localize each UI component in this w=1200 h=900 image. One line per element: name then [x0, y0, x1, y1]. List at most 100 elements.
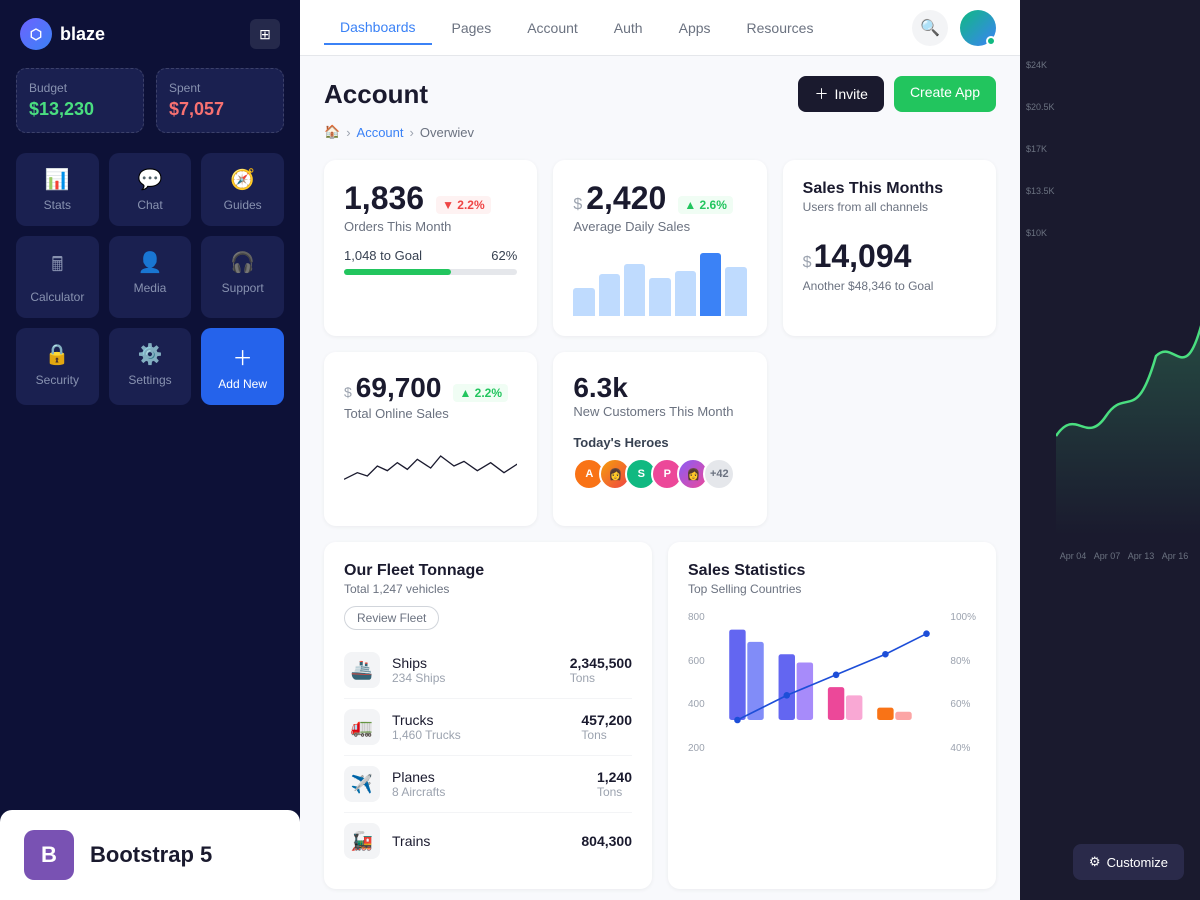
fleet-item-trains-left: 🚂 Trains: [344, 823, 430, 859]
sidebar-item-guides[interactable]: 🧭 Guides: [201, 153, 284, 226]
orders-progress-bar: [344, 269, 517, 275]
header-actions: ＋ Invite Create App: [798, 76, 996, 112]
right-panel-content: $24K $20.5K $17K $13.5K $10K Apr 04 Apr …: [1020, 0, 1200, 577]
customize-icon: ⚙: [1089, 854, 1101, 870]
fleet-title: Our Fleet Tonnage: [344, 562, 632, 580]
sidebar-item-support[interactable]: 🎧 Support: [201, 236, 284, 318]
trucks-value-area: 457,200 Tons: [581, 712, 632, 742]
invite-button[interactable]: ＋ Invite: [798, 76, 883, 112]
sidebar-item-stats[interactable]: 📊 Stats: [16, 153, 99, 226]
fleet-item-trains: 🚂 Trains 804,300: [344, 813, 632, 869]
bar-7: [725, 267, 746, 316]
bar-3: [624, 264, 645, 317]
nav-apps[interactable]: Apps: [663, 12, 727, 44]
y-label-200: 200: [688, 743, 705, 754]
orders-badge: ▼ 2.2%: [436, 196, 491, 214]
invite-plus-icon: ＋: [814, 84, 828, 104]
ships-sub: 234 Ships: [392, 671, 445, 685]
trucks-info: Trucks 1,460 Trucks: [392, 712, 461, 742]
fleet-item-trucks-left: 🚛 Trucks 1,460 Trucks: [344, 709, 461, 745]
page-header: Account ＋ Invite Create App: [324, 76, 996, 112]
sales-month-currency: $: [803, 254, 812, 272]
security-icon: 🔒: [45, 342, 70, 367]
pct-100: 100%: [950, 612, 976, 623]
customize-button[interactable]: ⚙ Customize: [1073, 844, 1184, 880]
nav-dashboards[interactable]: Dashboards: [324, 11, 432, 45]
budget-label: Budget: [29, 81, 131, 95]
y-axis-labels: 800 600 400 200: [688, 608, 705, 758]
fleet-item-planes-left: ✈️ Planes 8 Aircrafts: [344, 766, 445, 802]
app-name: blaze: [60, 24, 105, 45]
breadcrumb-home[interactable]: 🏠: [324, 124, 340, 140]
support-label: Support: [222, 281, 264, 295]
guides-label: Guides: [224, 198, 262, 212]
bootstrap-label: Bootstrap 5: [90, 842, 212, 868]
ships-icon: 🚢: [344, 652, 380, 688]
sidebar-item-calculator[interactable]: 🖩 Calculator: [16, 236, 99, 318]
add-new-label: Add New: [218, 377, 267, 391]
breadcrumb-section[interactable]: Account: [357, 125, 404, 140]
trains-icon: 🚂: [344, 823, 380, 859]
trucks-icon: 🚛: [344, 709, 380, 745]
trains-value-area: 804,300: [581, 833, 632, 849]
sidebar-item-media[interactable]: 👤 Media: [109, 236, 192, 318]
trains-value: 804,300: [581, 833, 632, 849]
breadcrumb-sep1: ›: [346, 125, 350, 140]
online-sales-badge: ▲ 2.2%: [453, 384, 508, 402]
planes-name: Planes: [392, 769, 445, 785]
spent-card: Spent $7,057: [156, 68, 284, 133]
chat-icon: 💬: [138, 167, 163, 192]
nav-account[interactable]: Account: [511, 12, 594, 44]
y-label-800: 800: [688, 612, 705, 623]
sales-stats-card: Sales Statistics Top Selling Countries 8…: [668, 542, 996, 889]
right-chart-y-labels: $24K $20.5K $17K $13.5K $10K: [1026, 60, 1055, 238]
fleet-card: Our Fleet Tonnage Total 1,247 vehicles R…: [324, 542, 652, 889]
bar-4: [649, 278, 670, 317]
ships-unit: Tons: [570, 671, 632, 685]
orders-value: 1,836: [344, 180, 424, 217]
trucks-unit: Tons: [581, 728, 632, 742]
create-app-button[interactable]: Create App: [894, 76, 996, 112]
sidebar-item-add-new[interactable]: ＋ Add New: [201, 328, 284, 405]
ships-name: Ships: [392, 655, 445, 671]
budget-value: $13,230: [29, 99, 131, 120]
green-line-chart: [1056, 156, 1200, 556]
wavy-chart-svg: [344, 431, 517, 501]
review-fleet-button[interactable]: Review Fleet: [344, 606, 439, 630]
nav-auth[interactable]: Auth: [598, 12, 659, 44]
daily-sales-currency: $: [573, 196, 582, 214]
heroes-label: Today's Heroes: [573, 435, 746, 450]
planes-unit: Tons: [597, 785, 632, 799]
ships-value: 2,345,500: [570, 655, 632, 671]
bar-1: [573, 288, 594, 316]
bootstrap-icon: B: [24, 830, 74, 880]
calculator-label: Calculator: [30, 290, 84, 304]
online-sales-card: $ 69,700 ▲ 2.2% Total Online Sales: [324, 352, 537, 526]
orders-goal-text: 1,048 to Goal: [344, 248, 422, 263]
nav-resources[interactable]: Resources: [731, 12, 830, 44]
hero-avatar-count: +42: [703, 458, 735, 490]
settings-label: Settings: [128, 373, 171, 387]
user-avatar[interactable]: [960, 10, 996, 46]
nav-grid: 📊 Stats 💬 Chat 🧭 Guides 🖩 Calculator 👤 M…: [0, 153, 300, 405]
media-icon: 👤: [138, 250, 163, 275]
calculator-icon: 🖩: [51, 250, 63, 284]
nav-pages[interactable]: Pages: [436, 12, 508, 44]
online-sales-label: Total Online Sales: [344, 406, 517, 421]
ships-value-area: 2,345,500 Tons: [570, 655, 632, 685]
planes-info: Planes 8 Aircrafts: [392, 769, 445, 799]
fleet-item-ships: 🚢 Ships 234 Ships 2,345,500 Tons: [344, 642, 632, 699]
sidebar-item-chat[interactable]: 💬 Chat: [109, 153, 192, 226]
daily-sales-card: $ 2,420 ▲ 2.6% Average Daily Sales: [553, 160, 766, 336]
customize-label: Customize: [1107, 855, 1168, 870]
main-content: Dashboards Pages Account Auth Apps Resou…: [300, 0, 1020, 900]
heroes-avatars: A 👩 S P 👩 +42: [573, 458, 746, 490]
breadcrumb-sep2: ›: [410, 125, 414, 140]
sidebar-item-security[interactable]: 🔒 Security: [16, 328, 99, 405]
breadcrumb-current: Overwiev: [420, 125, 474, 140]
sales-bar-chart: [721, 608, 935, 758]
sidebar-item-settings[interactable]: ⚙️ Settings: [109, 328, 192, 405]
fleet-item-planes: ✈️ Planes 8 Aircrafts 1,240 Tons: [344, 756, 632, 813]
sidebar-menu-button[interactable]: ⊞: [250, 19, 280, 49]
search-button[interactable]: 🔍: [912, 10, 948, 46]
